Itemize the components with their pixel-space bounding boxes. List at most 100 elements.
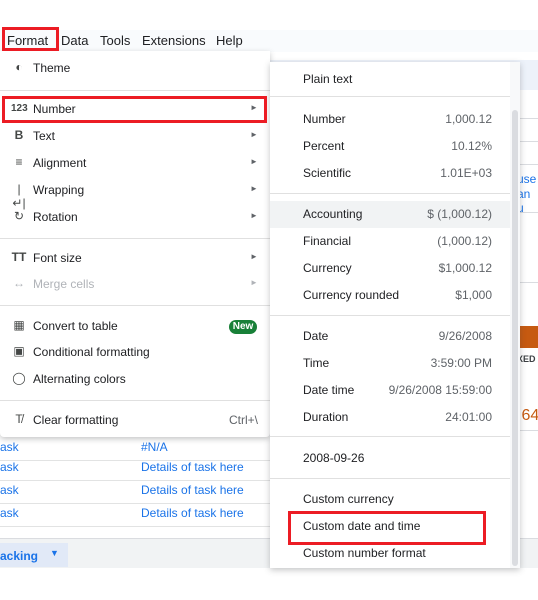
summary-number: ,64 (517, 407, 538, 424)
details-cell[interactable]: Details of task here (141, 506, 244, 520)
submenu-arrow-icon: ► (250, 278, 258, 287)
menu-help[interactable]: Help (216, 33, 243, 48)
divider (0, 305, 270, 306)
menu-item-label: Text (33, 129, 56, 143)
format-currency-rounded[interactable]: Currency rounded $1,000 (270, 282, 510, 309)
chevron-down-icon[interactable]: ▼ (50, 548, 59, 558)
menu-item-convert-to-table[interactable]: ▦ Convert to table New (0, 315, 270, 340)
menu-item-clear-formatting[interactable]: T̸ Clear formatting Ctrl+\ (0, 409, 270, 434)
menu-item-label: Number (33, 102, 76, 116)
format-plain-text[interactable]: Plain text (270, 66, 510, 93)
menu-item-label: Font size (33, 251, 82, 265)
menu-item-text[interactable]: B Text ► (0, 125, 270, 150)
menu-item-wrapping[interactable]: |↵| Wrapping ► (0, 179, 270, 210)
menu-item-merge-cells: ↔ Merge cells ► (0, 273, 270, 298)
format-label: Duration (303, 410, 349, 424)
clear-format-icon: T̸ (15, 412, 23, 426)
cell-text: an u (517, 187, 531, 215)
merge-icon: ↔ (13, 276, 25, 290)
sheet-tab-label[interactable]: acking (0, 549, 38, 563)
menubar: Format Data Tools Extensions Help (0, 30, 538, 52)
divider (0, 238, 270, 239)
format-label: Custom date and time (303, 519, 421, 533)
format-financial[interactable]: Financial (1,000.12) (270, 228, 510, 255)
menu-item-alignment[interactable]: ≡ Alignment ► (0, 152, 270, 177)
number-format-submenu: Plain text Number 1,000.12 Percent 10.12… (270, 62, 520, 568)
task-cell[interactable]: ask (0, 440, 19, 454)
format-example: 9/26/2008 15:59:00 (388, 383, 492, 397)
menu-format[interactable]: Format (7, 33, 48, 48)
menu-item-alternating-colors[interactable]: ◯ Alternating colors (0, 368, 270, 393)
menu-item-label: Conditional formatting (33, 345, 150, 359)
format-example: 1.01E+03 (440, 166, 492, 180)
format-example: 1,000.12 (445, 112, 492, 126)
menu-extensions[interactable]: Extensions (142, 33, 206, 48)
divider (270, 436, 510, 437)
123-icon: 123 (11, 103, 28, 114)
submenu-arrow-icon: ► (250, 211, 258, 220)
format-label: Currency (303, 261, 352, 275)
scrollbar-thumb[interactable] (512, 110, 518, 566)
menu-item-font-size[interactable]: TT Font size ► (0, 247, 270, 272)
table-icon: ▦ (13, 318, 25, 332)
menu-data[interactable]: Data (61, 33, 88, 48)
menu-item-number[interactable]: 123 Number ► (0, 98, 270, 123)
format-label: Plain text (303, 72, 353, 86)
format-number[interactable]: Number 1,000.12 (270, 106, 510, 133)
menu-item-rotation[interactable]: ↻ Rotation ► (0, 206, 270, 231)
format-example: 10.12% (451, 139, 492, 153)
font-size-icon: TT (11, 250, 27, 264)
format-example: $ (1,000.12) (427, 207, 492, 221)
format-example: (1,000.12) (437, 234, 492, 248)
menu-item-label: Alignment (33, 156, 87, 170)
details-cell[interactable]: Details of task here (141, 483, 244, 497)
format-scientific[interactable]: Scientific 1.01E+03 (270, 160, 510, 187)
format-custom-date-time[interactable]: Custom date and time (270, 513, 510, 540)
format-label: Date (303, 329, 329, 343)
format-label: 2008-09-26 (303, 451, 365, 465)
format-menu: ◐ Theme 123 Number ► B Text ► ≡ Alignmen… (0, 51, 270, 437)
format-label: Number (303, 112, 346, 126)
submenu-arrow-icon: ► (250, 103, 258, 112)
submenu-arrow-icon: ► (250, 130, 258, 139)
grid-line (0, 526, 270, 527)
conditional-format-icon: ▣ (13, 344, 25, 358)
format-iso-date[interactable]: 2008-09-26 (270, 445, 510, 472)
grid-line (0, 503, 270, 504)
format-time[interactable]: Time 3:59:00 PM (270, 350, 510, 377)
format-example: 24:01:00 (445, 410, 492, 424)
format-duration[interactable]: Duration 24:01:00 (270, 404, 510, 431)
menu-item-conditional-formatting[interactable]: ▣ Conditional formatting (0, 341, 270, 366)
format-label: Custom currency (303, 492, 394, 506)
format-custom-number[interactable]: Custom number format (270, 540, 510, 567)
format-custom-currency[interactable]: Custom currency (270, 486, 510, 513)
format-label: Date time (303, 383, 355, 397)
grid-line (0, 480, 270, 481)
rotation-icon: ↻ (13, 209, 25, 223)
bold-icon: B (14, 128, 24, 142)
format-label: Scientific (303, 166, 352, 180)
task-cell[interactable]: ask (0, 506, 19, 520)
submenu-arrow-icon: ► (250, 184, 258, 193)
divider (270, 478, 510, 479)
task-cell[interactable]: ask (0, 483, 19, 497)
palette-icon: ◐ (15, 60, 23, 74)
menu-item-label: Rotation (33, 210, 78, 224)
menu-item-label: Theme (33, 61, 71, 75)
fill-drop-icon: ◯ (12, 371, 26, 385)
submenu-arrow-icon: ► (250, 252, 258, 261)
format-date-time[interactable]: Date time 9/26/2008 15:59:00 (270, 377, 510, 404)
details-cell[interactable]: Details of task here (141, 460, 244, 474)
format-accounting[interactable]: Accounting $ (1,000.12) (270, 201, 510, 228)
format-example: 9/26/2008 (438, 329, 492, 343)
divider (0, 90, 270, 91)
format-currency[interactable]: Currency $1,000.12 (270, 255, 510, 282)
menu-tools[interactable]: Tools (100, 33, 130, 48)
format-date[interactable]: Date 9/26/2008 (270, 323, 510, 350)
task-cell[interactable]: ask (0, 460, 19, 474)
format-percent[interactable]: Percent 10.12% (270, 133, 510, 160)
menu-item-theme[interactable]: ◐ Theme (0, 57, 270, 82)
format-example: 3:59:00 PM (430, 356, 492, 370)
format-label: Percent (303, 139, 345, 153)
details-cell[interactable]: #N/A (141, 440, 168, 454)
